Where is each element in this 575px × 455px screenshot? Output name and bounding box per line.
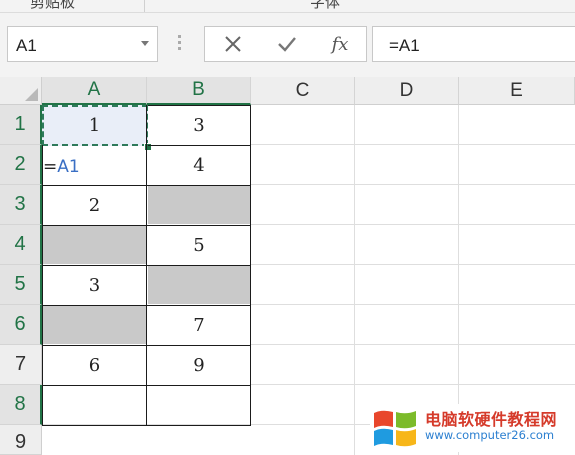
- gridline: [251, 384, 575, 385]
- table-border: [148, 145, 251, 146]
- cell-b7[interactable]: 9: [147, 345, 251, 385]
- table-border: [42, 185, 251, 186]
- formula-bar-area: A1 fx =A1: [0, 13, 575, 77]
- table-border: [42, 385, 251, 386]
- row-header-7[interactable]: 7: [0, 345, 42, 385]
- formula-reference: A1: [57, 157, 80, 177]
- fx-icon: fx: [331, 33, 349, 55]
- cell-a5[interactable]: 3: [42, 265, 147, 305]
- cell-a1[interactable]: 1: [42, 105, 147, 145]
- gridline: [458, 105, 459, 455]
- spreadsheet-grid: A B C D E 1 2 3 4 5 6 7 8 9 1 3 4 2 5 3 …: [0, 77, 575, 455]
- row-header-4[interactable]: 4: [0, 225, 42, 265]
- table-border: [148, 105, 251, 106]
- ribbon-strip: 剪贴板 字体: [0, 0, 575, 13]
- gridline: [251, 264, 575, 265]
- watermark-url: www.computer26.com: [425, 428, 555, 442]
- row-header-5[interactable]: 5: [0, 265, 42, 305]
- column-header-c[interactable]: C: [251, 77, 355, 105]
- cell-a6[interactable]: [43, 306, 146, 344]
- confirm-button[interactable]: [262, 27, 312, 61]
- column-header-e[interactable]: E: [459, 77, 575, 105]
- watermark-title: 电脑软硬件教程网: [425, 410, 558, 429]
- name-box[interactable]: A1: [7, 26, 158, 62]
- check-icon: [278, 37, 296, 52]
- table-border: [42, 265, 251, 266]
- formula-input-value: =A1: [389, 36, 420, 55]
- row-header-1[interactable]: 1: [0, 105, 42, 145]
- row-header-9[interactable]: 9: [0, 425, 42, 455]
- cell-b2[interactable]: 4: [147, 145, 251, 185]
- ribbon-separator: [144, 0, 145, 12]
- table-border: [42, 425, 251, 426]
- cell-a7[interactable]: 6: [42, 345, 147, 385]
- row-header-8[interactable]: 8: [0, 385, 42, 425]
- gridline: [251, 224, 575, 225]
- name-box-value: A1: [16, 36, 37, 55]
- cell-a4[interactable]: [43, 226, 146, 264]
- formula-input[interactable]: =A1: [372, 26, 575, 62]
- table-border: [42, 305, 251, 306]
- column-header-a[interactable]: A: [42, 77, 147, 105]
- ribbon-group-clipboard-label: 剪贴板: [30, 0, 76, 11]
- gridline: [251, 144, 575, 145]
- table-border: [42, 225, 251, 226]
- cell-b6[interactable]: 7: [147, 305, 251, 345]
- column-header-b[interactable]: B: [147, 77, 251, 105]
- insert-function-button[interactable]: fx: [315, 27, 365, 61]
- table-border: [146, 105, 147, 145]
- table-border: [42, 345, 251, 346]
- cell-b1[interactable]: 3: [147, 105, 251, 145]
- cancel-button[interactable]: [208, 27, 258, 61]
- gridline: [251, 184, 575, 185]
- table-border: [42, 145, 43, 426]
- row-header-3[interactable]: 3: [0, 185, 42, 225]
- cell-b5[interactable]: [148, 266, 250, 304]
- x-icon: [225, 36, 241, 52]
- cell-a3[interactable]: 2: [42, 185, 147, 225]
- gridline: [251, 344, 575, 345]
- windows-logo-icon: [374, 410, 416, 447]
- select-all-corner[interactable]: [0, 77, 42, 105]
- gridline: [354, 105, 355, 455]
- drag-handle-icon[interactable]: [178, 35, 182, 53]
- column-header-d[interactable]: D: [355, 77, 459, 105]
- gridline: [251, 304, 575, 305]
- row-header-6[interactable]: 6: [0, 305, 42, 345]
- watermark: 电脑软硬件教程网 www.computer26.com: [370, 404, 575, 452]
- cell-b4[interactable]: 5: [147, 225, 251, 265]
- cell-b3[interactable]: [148, 186, 250, 224]
- row-header-2[interactable]: 2: [0, 145, 42, 185]
- cell-a2-editor[interactable]: =A1: [43, 157, 80, 177]
- chevron-down-icon[interactable]: [141, 41, 149, 46]
- formula-buttons: fx: [204, 26, 367, 62]
- table-border: [146, 145, 147, 426]
- formula-equals: =: [43, 157, 58, 177]
- ribbon-group-font-label: 字体: [310, 0, 341, 11]
